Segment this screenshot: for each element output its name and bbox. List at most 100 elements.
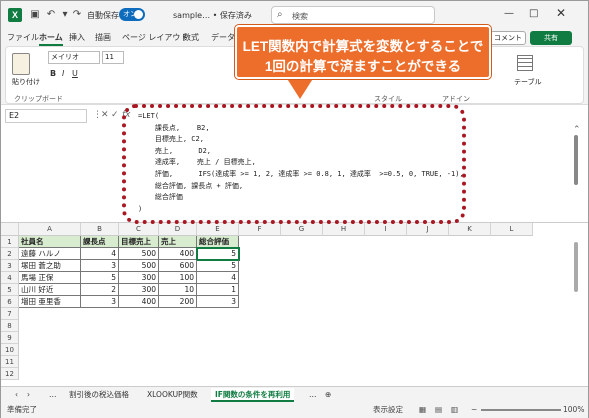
column-header[interactable]: I	[365, 223, 407, 236]
row-header[interactable]: 10	[1, 344, 19, 356]
normal-view-icon[interactable]: ▦	[419, 402, 426, 418]
row-header[interactable]: 7	[1, 308, 19, 320]
selected-cell[interactable]: 5	[196, 247, 240, 261]
table-cell[interactable]: 5	[197, 260, 239, 272]
cancel-icon[interactable]: ✕	[101, 110, 109, 120]
autosave-toggle[interactable]: オン	[119, 8, 145, 21]
row-header[interactable]: 6	[1, 296, 19, 308]
table-cell[interactable]: 2	[81, 284, 119, 296]
minimize-icon[interactable]: —	[504, 8, 514, 19]
share-button[interactable]: 共有	[530, 31, 572, 45]
column-header[interactable]: F	[239, 223, 281, 236]
prev-sheet-icon[interactable]: ‹	[11, 388, 22, 402]
tab-formulas[interactable]: 数式	[183, 32, 199, 43]
sheet-tab-active[interactable]: IF関数の条件を再利用	[211, 388, 295, 402]
column-header[interactable]: E	[197, 223, 239, 236]
table-cell[interactable]: 3	[81, 260, 119, 272]
table-cell[interactable]: 100	[159, 272, 197, 284]
table-icon[interactable]	[517, 55, 533, 71]
table-cell[interactable]: 300	[119, 272, 159, 284]
more-sheets-right-icon[interactable]: …	[305, 388, 321, 402]
table-cell[interactable]: 600	[159, 260, 197, 272]
font-select[interactable]: メイリオ	[48, 51, 100, 64]
row-header[interactable]: 1	[1, 236, 19, 248]
add-sheet-icon[interactable]: ⊕	[321, 388, 335, 402]
zoom-slider[interactable]	[481, 409, 561, 411]
select-all-corner[interactable]	[1, 223, 19, 236]
undo-dropdown-icon[interactable]: ▾	[59, 9, 71, 21]
table-header-cell[interactable]: 社員名	[19, 236, 81, 248]
column-header[interactable]: L	[491, 223, 533, 236]
zoom-level[interactable]: 100%	[563, 402, 584, 418]
maximize-icon[interactable]: □	[529, 8, 538, 19]
row-header[interactable]: 12	[1, 368, 19, 380]
page-break-icon[interactable]: ▥	[451, 402, 458, 418]
scroll-thumb[interactable]	[574, 242, 578, 292]
table-cell[interactable]: 遠藤 ハルノ	[19, 248, 81, 260]
column-header[interactable]: J	[407, 223, 449, 236]
tab-data[interactable]: データ	[211, 32, 235, 43]
vertical-scrollbar[interactable]	[573, 237, 579, 377]
sheet-tab[interactable]: XLOOKUP関数	[143, 388, 202, 402]
table-cell[interactable]: 4	[197, 272, 239, 284]
zoom-out-icon[interactable]: −	[471, 402, 477, 418]
table-cell[interactable]: 塚田 蒼之助	[19, 260, 81, 272]
formula-scrollbar[interactable]	[574, 135, 578, 185]
table-header-cell[interactable]: 課長点	[81, 236, 119, 248]
table-cell[interactable]: 3	[197, 296, 239, 308]
tab-draw[interactable]: 描画	[95, 32, 111, 43]
table-cell[interactable]: 300	[119, 284, 159, 296]
table-cell[interactable]: 500	[119, 248, 159, 260]
table-cell[interactable]: 200	[159, 296, 197, 308]
next-sheet-icon[interactable]: ›	[23, 388, 34, 402]
undo-icon[interactable]: ↶	[45, 9, 57, 21]
tab-insert[interactable]: 挿入	[69, 32, 85, 43]
tab-home[interactable]: ホーム	[39, 32, 63, 46]
column-header[interactable]: D	[159, 223, 197, 236]
row-header[interactable]: 11	[1, 356, 19, 368]
more-sheets-icon[interactable]: …	[45, 388, 61, 402]
search-box[interactable]: ⌕ 検索	[271, 6, 435, 24]
close-icon[interactable]: ✕	[556, 6, 566, 20]
bold-icon[interactable]: B	[50, 69, 56, 78]
column-header[interactable]: G	[281, 223, 323, 236]
tab-file[interactable]: ファイル	[7, 32, 39, 43]
save-icon[interactable]: ▣	[29, 9, 41, 21]
table-cell[interactable]: 1	[197, 284, 239, 296]
collapse-formula-icon[interactable]: ⌃	[573, 125, 581, 135]
column-header[interactable]: A	[19, 223, 81, 236]
paste-icon[interactable]	[12, 53, 30, 75]
row-header[interactable]: 9	[1, 332, 19, 344]
table-header-cell[interactable]: 売上	[159, 236, 197, 248]
table-cell[interactable]: 5	[81, 272, 119, 284]
table-cell[interactable]: 山川 好近	[19, 284, 81, 296]
table-cell[interactable]: 増田 亜里香	[19, 296, 81, 308]
italic-icon[interactable]: I	[62, 69, 64, 78]
redo-icon[interactable]: ↷	[71, 9, 83, 21]
display-settings[interactable]: 表示設定	[373, 402, 403, 418]
table-cell[interactable]: 400	[119, 296, 159, 308]
table-cell[interactable]: 500	[119, 260, 159, 272]
row-header[interactable]: 3	[1, 260, 19, 272]
name-box[interactable]: E2	[5, 109, 87, 123]
underline-icon[interactable]: U	[72, 69, 78, 78]
tab-page-layout[interactable]: ページ レイアウト	[122, 32, 188, 43]
row-header[interactable]: 5	[1, 284, 19, 296]
font-size-select[interactable]: 11	[102, 51, 124, 64]
enter-icon[interactable]: ✓	[111, 110, 119, 120]
column-header[interactable]: K	[449, 223, 491, 236]
table-cell[interactable]: 10	[159, 284, 197, 296]
table-cell[interactable]: 3	[81, 296, 119, 308]
table-cell[interactable]: 馬場 正保	[19, 272, 81, 284]
row-header[interactable]: 2	[1, 248, 19, 260]
table-cell[interactable]: 4	[81, 248, 119, 260]
table-cell[interactable]: 400	[159, 248, 197, 260]
table-header-cell[interactable]: 目標売上	[119, 236, 159, 248]
column-header[interactable]: B	[81, 223, 119, 236]
row-header[interactable]: 8	[1, 320, 19, 332]
table-header-cell[interactable]: 総合評価	[197, 236, 239, 248]
column-header[interactable]: C	[119, 223, 159, 236]
column-header[interactable]: H	[323, 223, 365, 236]
sheet-tab[interactable]: 割引後の税込価格	[65, 388, 133, 402]
document-title[interactable]: sample… • 保存済み	[173, 10, 252, 21]
